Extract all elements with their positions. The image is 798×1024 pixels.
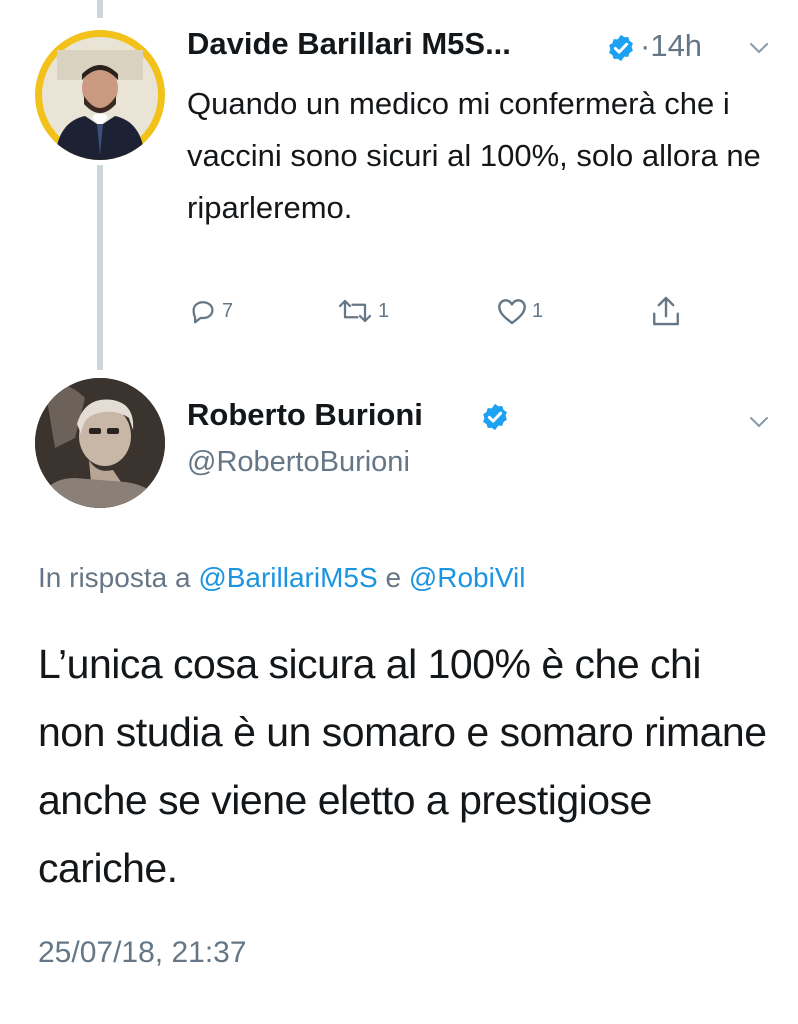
reply-count: 7 — [222, 299, 234, 322]
avatar-burioni[interactable] — [35, 378, 165, 508]
main-timestamp[interactable]: 25/07/18, 21:37 — [38, 936, 247, 970]
thread-line — [97, 165, 103, 370]
main-tweet-text: L’unica cosa sicura al 100% è che chi no… — [38, 641, 767, 891]
reply-mention-barillari[interactable]: @BarillariM5S — [198, 562, 377, 593]
like-action[interactable]: 1 — [496, 296, 543, 326]
like-count: 1 — [532, 299, 544, 322]
reply-joiner: e — [385, 562, 402, 593]
thread-line-top — [97, 0, 103, 18]
reply-icon — [192, 301, 214, 324]
main-display-name[interactable]: Roberto Burioni — [187, 397, 423, 432]
avatar-burioni-image — [35, 378, 165, 508]
verified-badge-icon — [483, 403, 507, 431]
like-icon — [498, 299, 526, 325]
retweet-icon — [338, 299, 372, 323]
reply-prefix: In risposta a — [38, 562, 191, 593]
reply-mention-robivil[interactable]: @RobiVil — [409, 562, 526, 593]
parent-time[interactable]: 14h — [650, 28, 702, 63]
chevron-down-icon[interactable] — [748, 40, 770, 56]
share-action[interactable] — [650, 294, 682, 328]
reply-context: In risposta a @BarillariM5S e @RobiVil — [38, 562, 525, 594]
retweet-count: 1 — [378, 299, 390, 322]
share-icon — [653, 296, 679, 326]
verified-badge-icon — [609, 34, 633, 62]
main-handle[interactable]: @RobertoBurioni — [187, 446, 410, 478]
chevron-down-icon[interactable] — [748, 414, 770, 430]
retweet-action[interactable]: 1 — [336, 296, 389, 326]
avatar-barillari[interactable] — [35, 30, 165, 160]
reply-action[interactable]: 7 — [188, 296, 233, 326]
parent-separator: · — [640, 28, 651, 63]
parent-tweet-text: Quando un medico mi confermerà che i vac… — [187, 86, 761, 225]
parent-display-name[interactable]: Davide Barillari M5S... — [187, 26, 511, 61]
avatar-barillari-image — [42, 37, 158, 160]
